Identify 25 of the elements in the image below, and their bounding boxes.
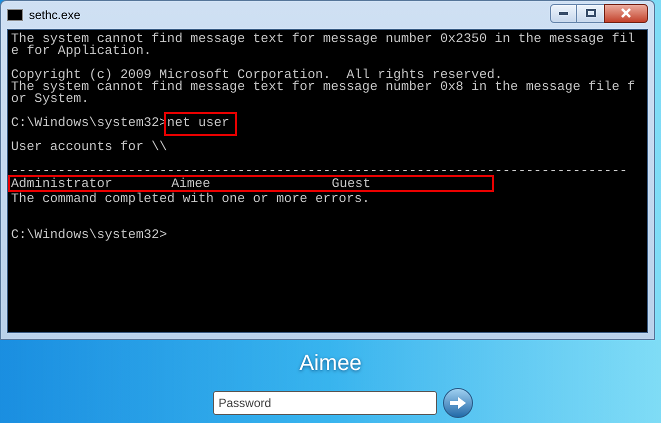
console-line: ------------------------------------------------------------------------------- <box>11 165 628 177</box>
maximize-icon <box>586 9 596 17</box>
minimize-button[interactable] <box>550 4 577 22</box>
close-button[interactable] <box>604 4 648 22</box>
close-icon <box>620 8 632 18</box>
console-line: Copyright (c) 2009 Microsoft Corporation. All rights reserved. <box>11 69 502 81</box>
account-name: Administrator <box>11 178 114 190</box>
maximize-button[interactable] <box>577 4 604 22</box>
console-line: The system cannot find message text for message number 0x2350 in the message fil <box>11 33 636 45</box>
console-command: net user <box>164 112 238 136</box>
submit-button[interactable] <box>442 388 472 418</box>
console-line: User accounts for \\ <box>11 141 168 153</box>
console-app-icon <box>7 9 23 21</box>
account-name: Aimee <box>171 178 212 190</box>
password-field[interactable]: Password <box>212 391 436 415</box>
minimize-icon <box>559 12 568 14</box>
window-title: sethc.exe <box>29 7 80 24</box>
console-prompt: C:\Windows\system32> <box>11 229 168 241</box>
account-name: Guest <box>332 178 372 190</box>
console-line: e for Application. <box>11 45 152 57</box>
arrow-icon <box>448 396 466 410</box>
console-line: or System. <box>11 93 90 105</box>
user-name: Aimee <box>299 349 362 377</box>
console-line: The command completed with one or more errors. <box>11 193 371 205</box>
console-line: The system cannot find message text for message number 0x8 in the message file f <box>11 81 636 93</box>
